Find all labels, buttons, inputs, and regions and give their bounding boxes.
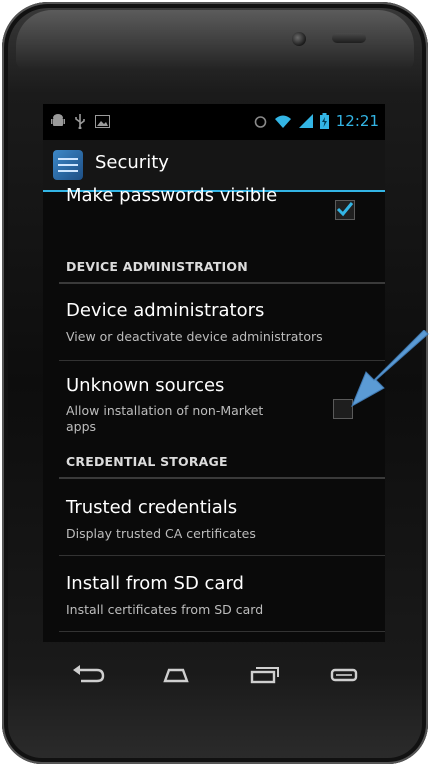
back-icon[interactable] [71, 664, 107, 686]
device-administrators-item[interactable]: Device administrators View or deactivate… [43, 284, 385, 359]
settings-app-icon[interactable] [53, 150, 83, 180]
make-passwords-visible-checkbox[interactable] [335, 200, 355, 220]
unknown-sources-item[interactable]: Unknown sources Allow installation of no… [43, 361, 385, 441]
install-from-sd-title: Install from SD card [66, 573, 244, 594]
image-icon [95, 114, 110, 128]
recent-apps-icon[interactable] [248, 664, 280, 686]
home-icon[interactable] [161, 664, 191, 686]
trusted-credentials-summary: Display trusted CA certificates [66, 526, 256, 541]
unknown-sources-summary-line2: apps [66, 419, 97, 434]
menu-icon[interactable] [329, 664, 359, 686]
section-header-credential-storage: CREDENTIAL STORAGE [66, 454, 228, 469]
trusted-credentials-title: Trusted credentials [66, 497, 238, 518]
usb-icon [75, 114, 85, 129]
trusted-credentials-item[interactable]: Trusted credentials Display trusted CA c… [43, 479, 385, 554]
wifi-icon [274, 115, 291, 128]
android-debug-icon [51, 114, 65, 126]
install-from-sd-item[interactable]: Install from SD card Install certificate… [43, 556, 385, 631]
device-administrators-title: Device administrators [66, 300, 265, 321]
unknown-sources-summary-line1: Allow installation of non-Market [66, 403, 264, 418]
earpiece-speaker [332, 33, 366, 43]
signal-icon [298, 114, 313, 128]
unknown-sources-title: Unknown sources [66, 375, 225, 396]
front-camera [292, 32, 306, 46]
navigation-bar [43, 642, 385, 722]
item-divider [59, 631, 385, 632]
annotation-arrow [350, 330, 429, 408]
alarm-icon [254, 115, 267, 128]
make-passwords-visible-item[interactable]: Make passwords visible [43, 185, 385, 232]
battery-icon [319, 113, 329, 129]
device-administrators-summary: View or deactivate device administrators [66, 329, 323, 344]
make-passwords-visible-title: Make passwords visible [66, 185, 278, 206]
install-from-sd-summary: Install certificates from SD card [66, 602, 264, 617]
screen: 12:21 Security Make passwords visible DE… [43, 104, 385, 642]
page-title: Security [95, 152, 169, 173]
section-header-device-administration: DEVICE ADMINISTRATION [66, 259, 248, 274]
clock: 12:21 [335, 112, 379, 130]
status-bar: 12:21 [43, 104, 385, 140]
check-icon [336, 202, 354, 217]
